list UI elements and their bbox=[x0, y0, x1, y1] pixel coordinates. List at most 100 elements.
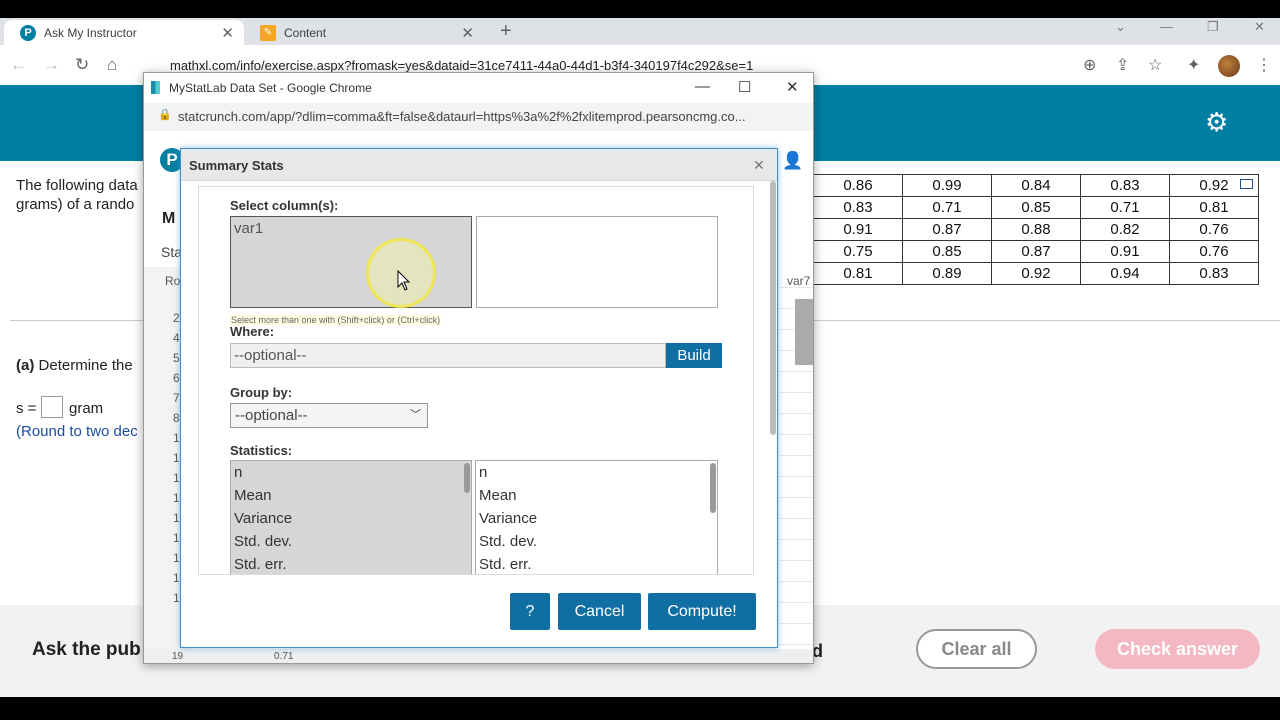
popup-url[interactable]: statcrunch.com/app/?dlim=comma&ft=false&… bbox=[178, 109, 746, 124]
sub-header-fragment: Sta bbox=[161, 244, 183, 260]
table-cell: 0.84 bbox=[991, 174, 1081, 197]
settings-gear-icon[interactable]: ⚙ bbox=[1205, 107, 1228, 138]
home-icon[interactable]: ⌂ bbox=[107, 55, 117, 75]
question-text-line2: grams) of a rando bbox=[16, 196, 135, 213]
table-cell: 0.75 bbox=[813, 240, 903, 263]
browser-menu-icon[interactable]: ⋮ bbox=[1256, 55, 1272, 75]
group-by-select[interactable]: --optional-- ﹀ bbox=[230, 403, 428, 428]
restore-icon[interactable]: ❐ bbox=[1207, 19, 1219, 35]
popup-minimize-icon[interactable]: — bbox=[695, 78, 710, 95]
cell-value: 0.71 bbox=[274, 651, 294, 662]
column-header-var7[interactable]: var7 bbox=[787, 274, 810, 288]
tab-ask-my-instructor[interactable]: P Ask My Instructor ✕ bbox=[4, 20, 244, 45]
data-table: 0.86 0.99 0.84 0.83 0.92 0.83 0.71 0.85 0.71 0.81… bbox=[813, 174, 1259, 285]
compute-button[interactable]: Compute! bbox=[648, 593, 756, 630]
where-label: Where: bbox=[230, 324, 275, 339]
statistic-option[interactable]: Mean bbox=[231, 484, 471, 507]
table-cell: 0.85 bbox=[902, 240, 992, 263]
answer-input[interactable] bbox=[41, 396, 63, 418]
row-number: 1 bbox=[173, 491, 180, 505]
available-statistics-list[interactable]: n Mean Variance Std. dev. Std. err. bbox=[230, 460, 472, 574]
browser-tab-strip: P Ask My Instructor ✕ ✎ Content ✕ + ⌄ — … bbox=[0, 18, 1280, 45]
reload-icon[interactable]: ↻ bbox=[75, 55, 89, 75]
table-cell: 0.87 bbox=[991, 240, 1081, 263]
content-favicon-icon: ✎ bbox=[260, 24, 276, 41]
statistics-list-scrollbar[interactable] bbox=[464, 463, 470, 493]
dialog-close-icon[interactable]: ✕ bbox=[753, 157, 765, 174]
row-number: 1 bbox=[173, 571, 180, 585]
tab-title: Ask My Instructor bbox=[44, 25, 137, 40]
forward-icon[interactable]: → bbox=[43, 55, 60, 75]
close-window-icon[interactable]: ✕ bbox=[1254, 19, 1265, 35]
popup-address-bar: 🔒 statcrunch.com/app/?dlim=comma&ft=fals… bbox=[144, 103, 813, 131]
new-tab-button[interactable]: + bbox=[500, 20, 512, 43]
minimize-icon[interactable]: — bbox=[1160, 19, 1173, 34]
statistic-option[interactable]: Std. err. bbox=[231, 553, 471, 574]
popout-data-icon[interactable] bbox=[1240, 179, 1253, 189]
statistic-option[interactable]: Std. dev. bbox=[476, 530, 717, 553]
profile-avatar[interactable] bbox=[1218, 55, 1240, 77]
extensions-puzzle-icon[interactable]: ✦ bbox=[1187, 55, 1200, 75]
available-columns-list[interactable]: var1 bbox=[230, 216, 472, 308]
screen: P Ask My Instructor ✕ ✎ Content ✕ + ⌄ — … bbox=[0, 0, 1280, 720]
chevron-down-icon: ﹀ bbox=[410, 409, 421, 421]
table-cell: 0.76 bbox=[1169, 240, 1259, 263]
summary-stats-dialog: Summary Stats ✕ Select column(s): var1 S… bbox=[180, 148, 778, 648]
statistic-option[interactable]: n bbox=[476, 461, 717, 484]
statistic-option[interactable]: Std. err. bbox=[476, 553, 717, 574]
table-cell: 0.81 bbox=[813, 262, 903, 285]
clear-all-button[interactable]: Clear all bbox=[916, 629, 1037, 669]
where-input[interactable]: --optional-- bbox=[230, 343, 666, 368]
help-button[interactable]: ? bbox=[510, 593, 550, 630]
bookmark-star-icon[interactable]: ☆ bbox=[1148, 55, 1162, 75]
table-cell: 0.92 bbox=[991, 262, 1081, 285]
statistic-option[interactable]: Variance bbox=[476, 507, 717, 530]
statistic-option[interactable]: n bbox=[231, 461, 471, 484]
statistic-option[interactable]: Mean bbox=[476, 484, 717, 507]
table-row: 0.86 0.99 0.84 0.83 0.92 bbox=[813, 174, 1259, 197]
dialog-scrollbar[interactable] bbox=[770, 181, 776, 435]
row-number: 8 bbox=[173, 411, 180, 425]
rounding-note: (Round to two dec bbox=[16, 423, 138, 440]
table-cell: 0.94 bbox=[1080, 262, 1170, 285]
dialog-footer-divider bbox=[198, 574, 754, 575]
table-cell: 0.85 bbox=[991, 196, 1081, 219]
selected-columns-list[interactable] bbox=[476, 216, 718, 308]
spreadsheet-bottom-row: 19 0.71 bbox=[144, 649, 813, 663]
zoom-icon[interactable]: ⊕ bbox=[1083, 55, 1096, 75]
check-answer-button[interactable]: Check answer bbox=[1095, 629, 1260, 669]
popup-title-bar: MyStatLab Data Set - Google Chrome — ☐ ✕ bbox=[144, 73, 813, 103]
dialog-title: Summary Stats bbox=[189, 158, 284, 173]
close-tab-icon[interactable]: ✕ bbox=[461, 24, 474, 42]
table-cell: 0.87 bbox=[902, 218, 992, 241]
selected-statistics-list[interactable]: n Mean Variance Std. dev. Std. err. bbox=[475, 460, 718, 574]
table-cell: 0.88 bbox=[991, 218, 1081, 241]
table-cell: 0.76 bbox=[1169, 218, 1259, 241]
mouse-cursor-icon bbox=[397, 270, 411, 291]
popup-maximize-icon[interactable]: ☐ bbox=[738, 78, 751, 96]
tab-content[interactable]: ✎ Content ✕ bbox=[244, 20, 484, 45]
close-tab-icon[interactable]: ✕ bbox=[221, 24, 234, 42]
spreadsheet-scrollbar[interactable] bbox=[795, 299, 813, 365]
column-option-var1[interactable]: var1 bbox=[231, 217, 471, 240]
table-cell: 0.83 bbox=[1169, 262, 1259, 285]
share-icon[interactable]: ⇪ bbox=[1116, 55, 1129, 75]
statistics-label: Statistics: bbox=[230, 443, 293, 458]
selected-statistics-scrollbar[interactable] bbox=[710, 463, 716, 513]
statistic-option[interactable]: Std. dev. bbox=[231, 530, 471, 553]
row-number: 1 bbox=[173, 451, 180, 465]
address-bar[interactable]: mathxl.com/info/exercise.aspx?fromask=ye… bbox=[170, 58, 753, 73]
statistic-option[interactable]: Variance bbox=[231, 507, 471, 530]
back-icon[interactable]: ← bbox=[10, 55, 27, 75]
row-header-label: Ro bbox=[165, 274, 181, 288]
build-button[interactable]: Build bbox=[666, 343, 722, 368]
user-icon[interactable]: 👤 bbox=[782, 151, 803, 171]
table-cell: 0.82 bbox=[1080, 218, 1170, 241]
dialog-title-bar: Summary Stats ✕ bbox=[181, 149, 777, 181]
tab-search-icon[interactable]: ⌄ bbox=[1115, 19, 1126, 35]
pearson-favicon-icon: P bbox=[20, 24, 36, 41]
cancel-button[interactable]: Cancel bbox=[558, 593, 641, 630]
popup-window-title: MyStatLab Data Set - Google Chrome bbox=[169, 81, 372, 95]
popup-close-icon[interactable]: ✕ bbox=[786, 78, 799, 96]
row-number: 19 bbox=[172, 651, 184, 662]
